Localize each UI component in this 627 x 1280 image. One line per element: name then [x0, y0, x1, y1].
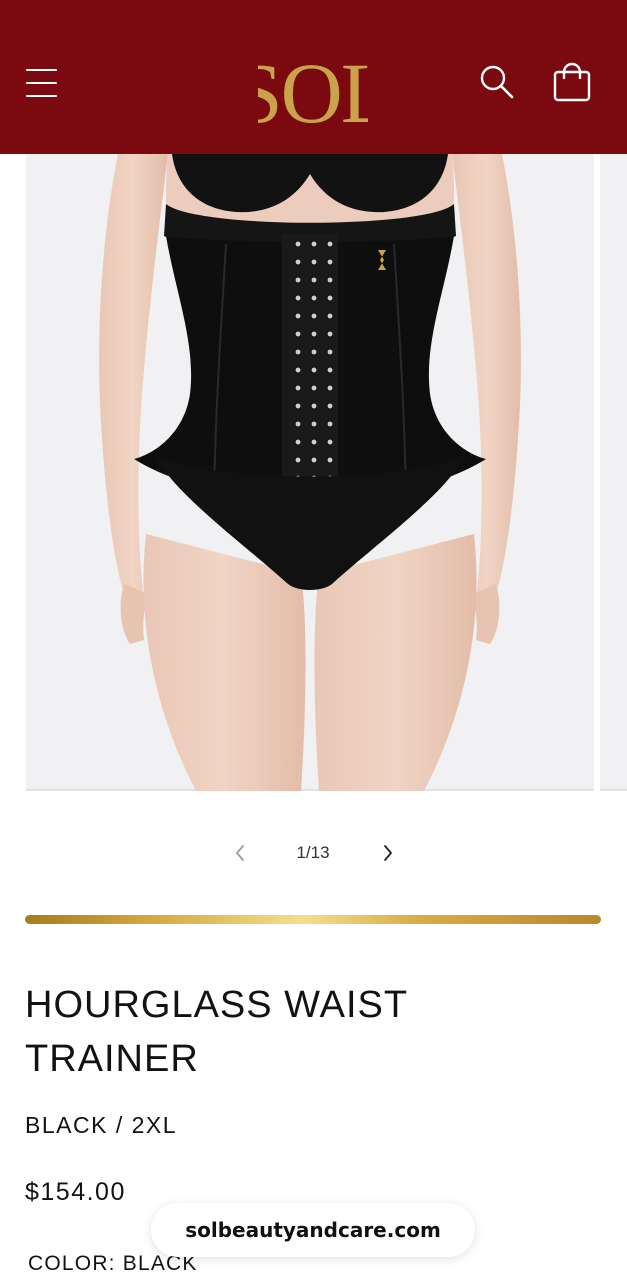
browser-url-bar[interactable]: solbeautyandcare.com — [151, 1203, 475, 1257]
slide-counter: 1/13 — [296, 843, 330, 862]
product-variant: BLACK / 2XL — [25, 1112, 178, 1138]
hamburger-menu-icon — [26, 69, 57, 71]
previous-slide-button[interactable] — [222, 836, 256, 870]
shopping-bag-icon — [553, 62, 591, 102]
search-button[interactable] — [478, 63, 516, 101]
chevron-left-icon — [236, 845, 244, 861]
cart-button[interactable] — [552, 61, 592, 103]
brand-logo-text: SOL — [258, 45, 368, 130]
next-slide-button[interactable] — [372, 836, 406, 870]
chevron-right-icon — [384, 845, 392, 861]
gold-divider — [25, 915, 601, 924]
product-price: $154.00 — [25, 1178, 126, 1206]
product-gallery[interactable] — [0, 154, 627, 794]
search-icon — [480, 65, 514, 99]
url-text: solbeautyandcare.com — [185, 1218, 441, 1242]
brand-logo[interactable]: SOL — [235, 38, 393, 141]
product-image[interactable] — [26, 154, 594, 791]
gallery-slider-controls: 1/13 — [220, 836, 410, 870]
menu-button[interactable] — [24, 66, 60, 100]
hamburger-menu-icon — [26, 95, 57, 97]
waist-trainer-model-image — [99, 154, 521, 791]
hamburger-menu-icon — [26, 82, 57, 84]
site-header: SOL — [0, 0, 627, 154]
product-title: HOURGLASS WAIST TRAINER — [25, 984, 408, 1080]
next-product-image-peek[interactable] — [600, 154, 627, 791]
